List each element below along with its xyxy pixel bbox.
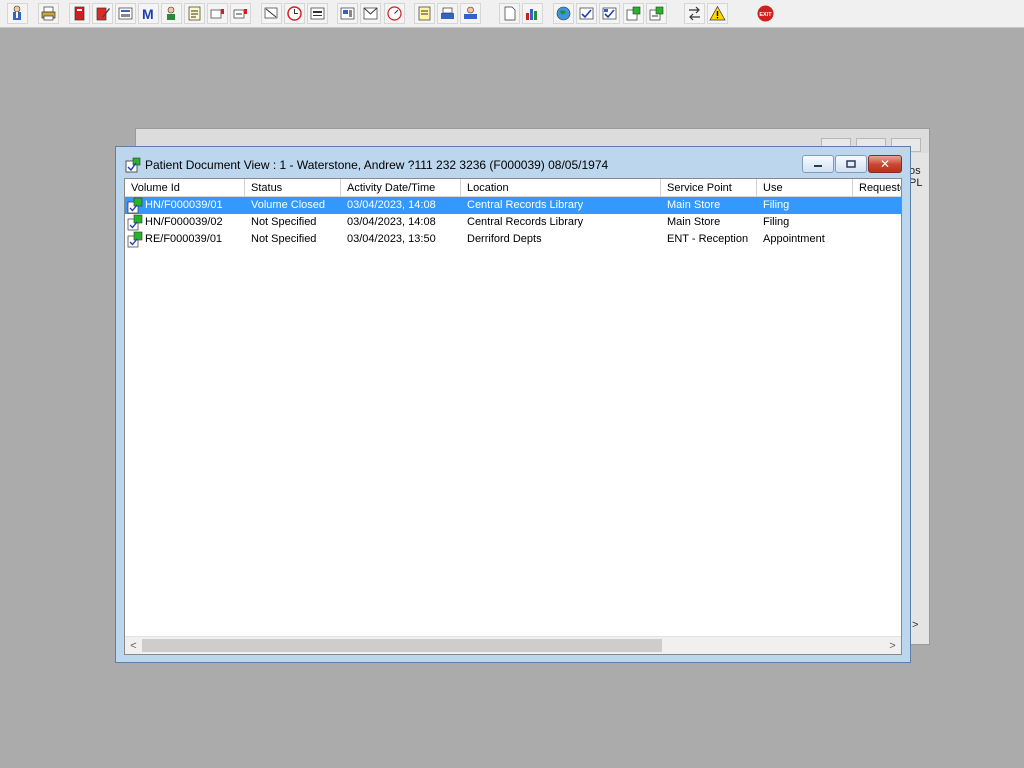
check-doc-icon[interactable] xyxy=(576,3,597,24)
cell-use: Filing xyxy=(763,216,790,228)
m-letter-icon[interactable]: M xyxy=(138,3,159,24)
svg-text:M: M xyxy=(142,6,154,22)
table-row[interactable]: HN/F000039/02 Not Specified 03/04/2023, … xyxy=(125,214,901,231)
green-doc-icon-2[interactable] xyxy=(646,3,667,24)
request-icon[interactable] xyxy=(460,3,481,24)
scrollbar-thumb[interactable] xyxy=(142,639,662,652)
chevron-right-icon: > xyxy=(889,639,896,652)
cell-location: Central Records Library xyxy=(467,199,584,211)
cell-use: Filing xyxy=(763,199,790,211)
card-flag-icon-2[interactable] xyxy=(230,3,251,24)
column-header-volume-id[interactable]: Volume Id xyxy=(125,179,245,196)
cell-volume-id: HN/F000039/01 xyxy=(145,199,223,211)
red-book-icon[interactable] xyxy=(69,3,90,24)
column-header-status[interactable]: Status xyxy=(245,179,341,196)
report-icon[interactable] xyxy=(337,3,358,24)
scroll-left-button[interactable]: < xyxy=(125,637,142,654)
form-icon[interactable] xyxy=(184,3,205,24)
notepad-icon[interactable] xyxy=(414,3,435,24)
cell-service-point: Main Store xyxy=(667,199,721,211)
cell-activity-date: 03/04/2023, 13:50 xyxy=(347,233,436,245)
exit-icon[interactable]: EXIT xyxy=(755,3,776,24)
document-volume-icon xyxy=(127,231,143,248)
column-header-requester[interactable]: Requester xyxy=(853,179,901,196)
cell-location: Central Records Library xyxy=(467,216,584,228)
check-doc-icon-2[interactable] xyxy=(599,3,620,24)
horizontal-scrollbar[interactable]: < > xyxy=(125,636,901,654)
warning-icon[interactable] xyxy=(707,3,728,24)
cell-location: Derriford Depts xyxy=(467,233,542,245)
cell-service-point: ENT - Reception xyxy=(667,233,749,245)
chevron-left-icon: < xyxy=(130,639,137,652)
cell-status: Not Specified xyxy=(251,216,317,228)
document-window-icon xyxy=(125,157,141,173)
column-header-activity-date[interactable]: Activity Date/Time xyxy=(341,179,461,196)
title-bar[interactable]: Patient Document View : 1 - Waterstone, … xyxy=(116,147,910,179)
cell-activity-date: 03/04/2023, 14:08 xyxy=(347,216,436,228)
bar-chart-icon[interactable] xyxy=(522,3,543,24)
list-icon[interactable] xyxy=(307,3,328,24)
print-icon[interactable] xyxy=(38,3,59,24)
window-title: Patient Document View : 1 - Waterstone, … xyxy=(145,158,609,172)
swap-arrows-icon[interactable] xyxy=(684,3,705,24)
background-scroll-arrow[interactable]: > xyxy=(912,619,918,631)
cell-volume-id: HN/F000039/02 xyxy=(145,216,223,228)
background-window-text-fragment: os PL xyxy=(909,165,923,189)
minimize-icon xyxy=(814,165,822,167)
cell-service-point: Main Store xyxy=(667,216,721,228)
table-row[interactable]: RE/F000039/01 Not Specified 03/04/2023, … xyxy=(125,231,901,248)
page-icon[interactable] xyxy=(499,3,520,24)
cell-status: Volume Closed xyxy=(251,199,325,211)
patient-search-icon[interactable] xyxy=(7,3,28,24)
scroll-right-button[interactable]: > xyxy=(884,637,901,654)
cell-activity-date: 03/04/2023, 14:08 xyxy=(347,199,436,211)
person-icon[interactable] xyxy=(161,3,182,24)
column-header-use[interactable]: Use xyxy=(757,179,853,196)
document-volume-icon xyxy=(127,214,143,231)
transfer-icon[interactable] xyxy=(437,3,458,24)
tracking-icon[interactable] xyxy=(261,3,282,24)
minimize-button[interactable] xyxy=(802,155,834,173)
column-header-row: Volume Id Status Activity Date/Time Loca… xyxy=(125,179,901,197)
column-header-service-point[interactable]: Service Point xyxy=(661,179,757,196)
exit-label: EXIT xyxy=(759,12,772,18)
main-toolbar: M EXIT xyxy=(0,0,1024,28)
document-view-icon[interactable] xyxy=(115,3,136,24)
document-volume-icon xyxy=(127,197,143,214)
card-flag-icon[interactable] xyxy=(207,3,228,24)
column-header-location[interactable]: Location xyxy=(461,179,661,196)
restore-icon xyxy=(846,160,856,168)
green-doc-icon[interactable] xyxy=(623,3,644,24)
maximize-button[interactable] xyxy=(835,155,867,173)
clock-icon[interactable] xyxy=(284,3,305,24)
letter-icon[interactable] xyxy=(360,3,381,24)
close-icon: ✕ xyxy=(879,157,891,171)
globe-icon[interactable] xyxy=(553,3,574,24)
close-button[interactable]: ✕ xyxy=(868,155,902,173)
patient-document-view-window: Patient Document View : 1 - Waterstone, … xyxy=(115,146,911,663)
cell-volume-id: RE/F000039/01 xyxy=(145,233,223,245)
document-list-view[interactable]: Volume Id Status Activity Date/Time Loca… xyxy=(124,178,902,655)
cell-status: Not Specified xyxy=(251,233,317,245)
cell-use: Appointment xyxy=(763,233,825,245)
notes-edit-icon[interactable] xyxy=(92,3,113,24)
dial-icon[interactable] xyxy=(384,3,405,24)
table-row[interactable]: HN/F000039/01 Volume Closed 03/04/2023, … xyxy=(125,197,901,214)
